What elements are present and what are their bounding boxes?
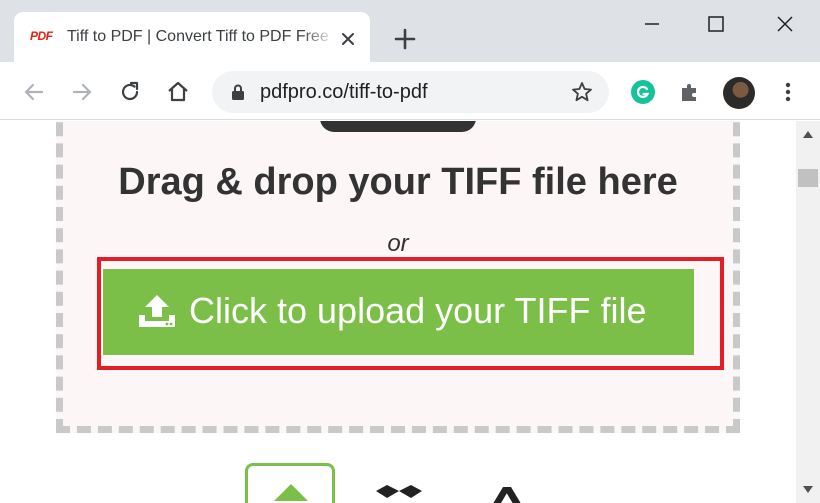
- upload-file-button[interactable]: Click to upload your TIFF file: [103, 269, 694, 355]
- avatar[interactable]: [723, 77, 755, 109]
- upload-from-device-icon: [274, 484, 308, 503]
- upload-button-label: Click to upload your TIFF file: [189, 290, 647, 331]
- star-icon[interactable]: [570, 80, 594, 104]
- google-drive-icon: [491, 487, 523, 503]
- page-content: Drag & drop your TIFF file here or Click…: [0, 121, 796, 503]
- puzzle-icon[interactable]: [677, 79, 703, 105]
- google-drive-button[interactable]: [487, 463, 527, 503]
- pdf-favicon-icon: PDF: [30, 29, 53, 43]
- upload-from-device-button[interactable]: [245, 463, 335, 503]
- maximize-icon[interactable]: [701, 10, 731, 38]
- forward-arrow-icon[interactable]: [69, 79, 95, 105]
- scrollbar-thumb[interactable]: [798, 169, 818, 187]
- dropzone-top-tab: [320, 121, 476, 132]
- lock-icon[interactable]: [230, 83, 246, 101]
- back-arrow-icon[interactable]: [21, 79, 47, 105]
- browser-tab[interactable]: PDF Tiff to PDF | Convert Tiff to PDF Fr…: [14, 12, 370, 62]
- minimize-icon[interactable]: [637, 10, 667, 38]
- reload-icon[interactable]: [117, 79, 143, 105]
- url-text[interactable]: pdfpro.co/tiff-to-pdf: [260, 81, 428, 104]
- new-tab-plus-icon[interactable]: [392, 26, 418, 52]
- tab-strip: PDF Tiff to PDF | Convert Tiff to PDF Fr…: [0, 0, 820, 62]
- upload-icon: [137, 293, 177, 331]
- dropzone-heading: Drag & drop your TIFF file here: [118, 161, 678, 203]
- grammarly-icon[interactable]: [631, 80, 655, 104]
- tab-title: Tiff to PDF | Convert Tiff to PDF Free: [67, 28, 329, 45]
- scroll-up-arrow-icon[interactable]: [802, 127, 814, 138]
- vertical-scrollbar[interactable]: [796, 121, 820, 503]
- scroll-down-arrow-icon[interactable]: [802, 481, 814, 493]
- tab-close-icon[interactable]: [338, 29, 358, 49]
- window-close-icon[interactable]: [770, 10, 800, 38]
- dropzone-or-text: or: [387, 230, 409, 257]
- address-bar[interactable]: pdfpro.co/tiff-to-pdf: [212, 71, 609, 113]
- dropbox-button[interactable]: [372, 463, 426, 503]
- kebab-menu-icon[interactable]: [775, 79, 801, 105]
- home-icon[interactable]: [165, 79, 191, 105]
- dropbox-icon: [374, 485, 424, 503]
